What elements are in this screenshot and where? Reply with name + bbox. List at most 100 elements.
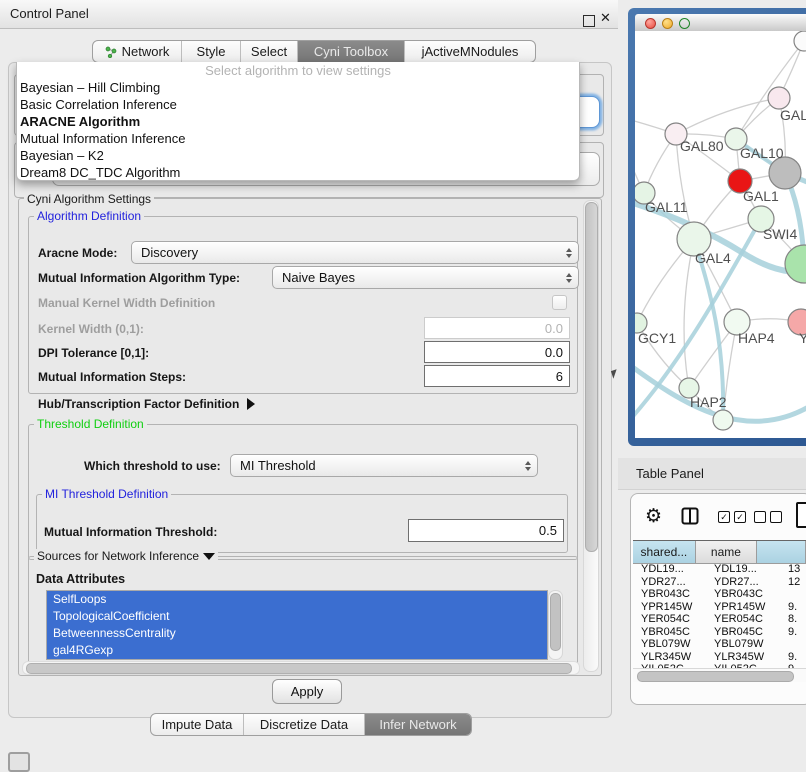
table-cell: 9. [785,601,806,614]
tab-cyni-toolbox[interactable]: Cyni Toolbox [297,41,404,62]
table-cell: YBR043C [710,588,785,601]
close-traffic-light-icon[interactable] [645,18,656,29]
tab-select[interactable]: Select [240,41,297,62]
table-row[interactable]: YER054CYER054C8. [633,613,806,626]
aracne-mode-label: Aracne Mode: [38,246,117,260]
tab-label: Infer Network [379,717,456,732]
control-panel-tabs: Network Style Select Cyni Toolbox jActiveMNo… [92,40,536,63]
deselect-checkboxes-icon[interactable] [754,511,782,523]
control-panel-titlebar[interactable]: Control Panel [0,0,618,29]
column-header[interactable]: name [696,541,757,563]
minimize-traffic-light-icon[interactable] [662,18,673,29]
algorithm-option[interactable]: Mutual Information Inference [17,130,579,147]
table-cell: YER054C [710,613,785,626]
mi-algorithm-type-combo[interactable]: Naive Bayes [272,266,579,289]
data-attribute-item[interactable]: TopologicalCoefficient [47,608,547,625]
which-threshold-combo[interactable]: MI Threshold [230,454,538,477]
tab-style[interactable]: Style [181,41,240,62]
node-label: GAL80 [680,138,724,154]
dpi-tolerance-field[interactable]: 0.0 [424,341,570,363]
tab-jactivemnodules[interactable]: jActiveMNodules [404,41,535,62]
table-row[interactable]: YDL19...YDL19...13 [633,563,806,576]
network-edge[interactable] [684,239,694,388]
column-header[interactable] [757,541,806,563]
tab-label: Discretize Data [260,717,348,732]
kernel-width-field[interactable]: 0.0 [424,317,570,339]
table-row[interactable]: YBL079WYBL079W [633,638,806,651]
data-attribute-item[interactable]: BetweennessCentrality [47,625,547,642]
mi-threshold-field[interactable]: 0.5 [408,519,564,542]
algorithm-option[interactable]: Bayesian – K2 [17,147,579,164]
tab-network[interactable]: Network [93,41,181,62]
table-cell: YDL19... [710,563,785,576]
gear-icon[interactable]: ⚙ [645,505,662,528]
apply-button[interactable]: Apply [272,679,342,704]
table-row[interactable]: YBR045CYBR045C9. [633,626,806,639]
mouse-cursor [611,369,619,378]
algorithm-option[interactable]: Bayesian – Hill Climbing [17,79,579,96]
zoom-traffic-light-icon[interactable] [679,18,690,29]
table-cell: YBL079W [710,638,785,651]
algorithm-option[interactable]: Dream8 DC_TDC Algorithm [17,164,579,181]
mi-threshold-definition-title: MI Threshold Definition [42,487,171,501]
table-horizontal-scrollbar-thumb[interactable] [637,671,794,682]
tab-label: Style [197,44,226,59]
network-node[interactable] [768,87,790,109]
table-row[interactable]: YDR27...YDR27...12 [633,576,806,589]
attributes-scrollbar-thumb[interactable] [550,593,561,651]
select-all-checkboxes-icon[interactable]: ✓✓ [718,511,746,523]
column-header[interactable]: shared... [633,541,696,563]
float-window-button[interactable] [583,15,595,27]
network-node[interactable] [769,157,801,189]
table-cell: YBL079W [633,638,710,651]
settings-vertical-scrollbar-thumb[interactable] [585,202,598,552]
table-panel-titlebar: Table Panel [618,458,806,490]
threshold-definition-title: Threshold Definition [34,417,147,431]
tab-label: Cyni Toolbox [314,44,388,59]
page-icon[interactable] [796,502,806,528]
network-edge[interactable] [736,41,804,139]
network-node[interactable] [785,245,806,283]
node-label: GAL11 [645,199,688,215]
table-row[interactable]: YBR043CYBR043C [633,588,806,601]
network-canvas[interactable]: GALGAL80GAL10GAL1GAL11SWI4GAL4GCY1HAP4YH… [635,31,806,438]
manual-kernel-width-checkbox[interactable] [552,295,567,310]
table-horizontal-scrollbar[interactable] [633,668,806,682]
table-cell: YDR27... [710,576,785,589]
algorithm-option[interactable]: Basic Correlation Inference [17,96,579,113]
node-table[interactable]: YDL19...YDL19...13YDR27...YDR27...12YBR0… [633,563,806,668]
settings-horizontal-scrollbar-thumb[interactable] [26,663,572,674]
data-attribute-item[interactable]: SelfLoops [47,591,547,608]
table-cell: 8. [785,613,806,626]
hub-definition-expander[interactable]: Hub/Transcription Factor Definition [38,397,255,411]
aracne-mode-combo[interactable]: Discovery [131,241,579,264]
data-attributes-label: Data Attributes [36,572,125,586]
algorithm-option[interactable]: ARACNE Algorithm [17,113,579,130]
data-attributes-list[interactable]: SelfLoopsTopologicalCoefficientBetweenne… [46,590,548,660]
docked-panel-icon[interactable] [8,752,30,772]
network-node[interactable] [794,31,806,51]
network-node[interactable] [713,410,733,430]
tab-discretize-data[interactable]: Discretize Data [243,714,364,735]
mi-steps-field[interactable]: 6 [424,365,570,387]
network-graph[interactable]: GALGAL80GAL10GAL1GAL11SWI4GAL4GCY1HAP4YH… [635,31,806,438]
tab-label: Select [251,44,287,59]
control-panel-title: Control Panel [10,6,89,21]
table-cell: YBR045C [633,626,710,639]
sources-group-title[interactable]: Sources for Network Inference [34,549,218,563]
table-row[interactable]: YLR345WYLR345W9. [633,651,806,664]
split-columns-icon[interactable] [681,507,699,530]
stepper-icon [525,461,531,471]
network-window-titlebar[interactable] [635,14,806,32]
tab-infer-network[interactable]: Infer Network [364,714,471,735]
network-edge[interactable] [676,98,779,134]
table-cell: YDR27... [633,576,710,589]
tab-impute-data[interactable]: Impute Data [151,714,243,735]
expander-arrow-icon [247,398,255,410]
algorithm-dropdown-popup: Select algorithm to view settings Bayesi… [16,62,580,181]
attributes-scrollbar[interactable] [548,590,563,660]
node-label: GAL1 [743,188,779,204]
data-attribute-item[interactable]: gal4RGexp [47,642,547,659]
table-row[interactable]: YPR145WYPR145W9. [633,601,806,614]
close-icon[interactable]: ✕ [600,10,611,26]
